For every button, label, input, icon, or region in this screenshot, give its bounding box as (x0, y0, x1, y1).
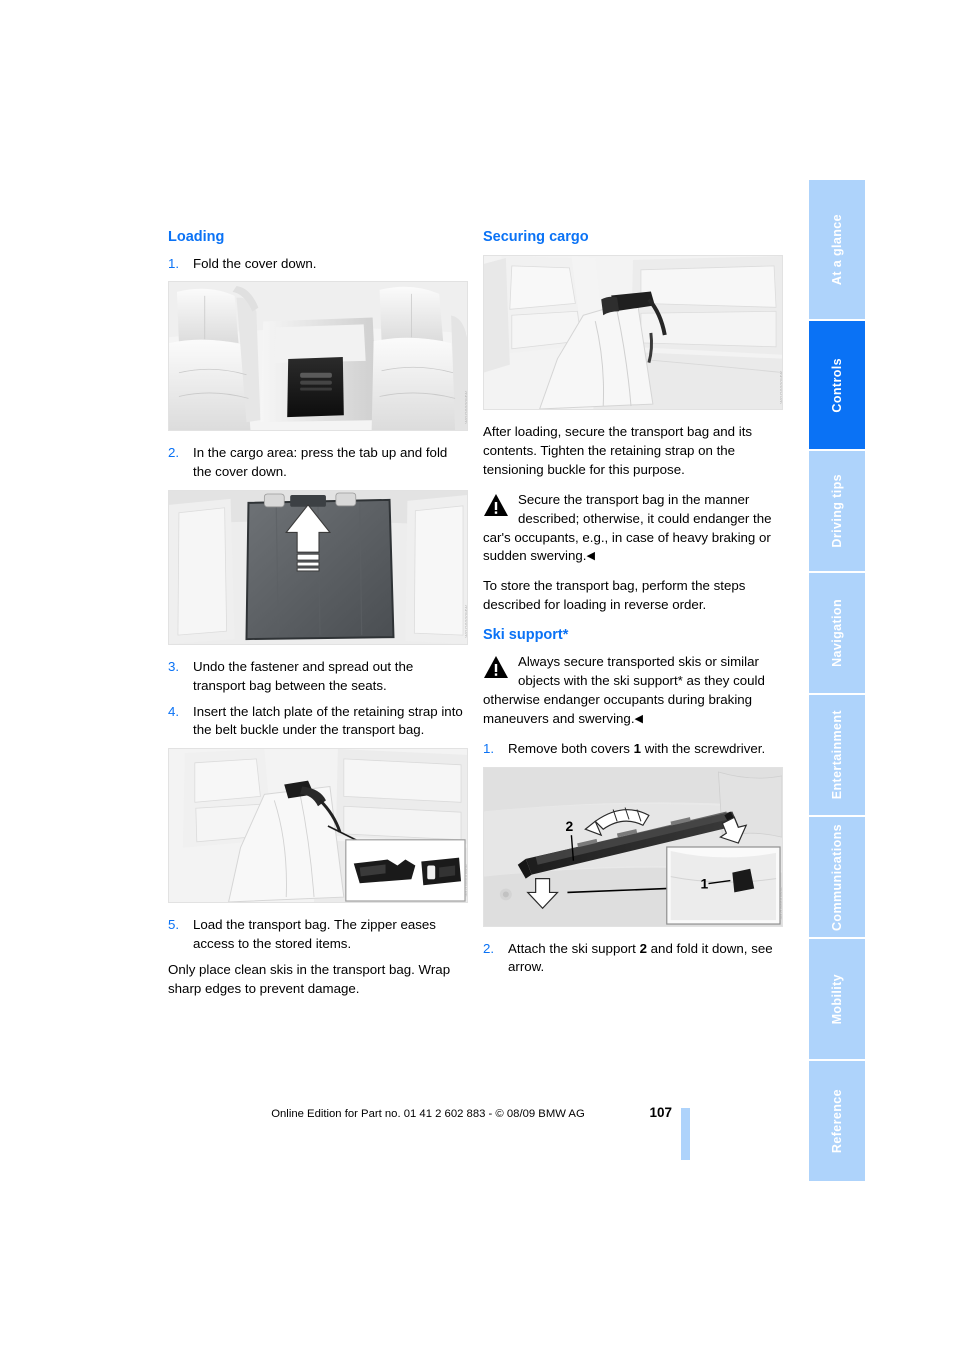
figure-code: WGO0000MW (779, 370, 783, 404)
securing-intro-paragraph: After loading, secure the transport bag … (483, 424, 753, 477)
sidebar-tab-label: Navigation (830, 599, 844, 667)
step-number: 2. (483, 940, 495, 956)
step-text: Load the transport bag. The zipper eases… (193, 917, 436, 952)
step-text: Insert the latch plate of the retaining … (193, 703, 463, 738)
figure-cargo-cover-tab: WGO0000MW (168, 489, 468, 645)
sidebar-tab-controls[interactable]: Controls (809, 321, 865, 449)
warning-text: Always secure transported skis or simila… (483, 654, 765, 726)
footer: Online Edition for Part no. 01 41 2 602 … (168, 1108, 688, 1120)
callout-ref: 2 (639, 940, 647, 956)
step-number: 1. (168, 256, 180, 272)
sidebar-tab-reference[interactable]: Reference (809, 1061, 865, 1181)
right-text-column: Securing cargo WGO0000MW After loading, … (483, 228, 783, 984)
sidebar-tab-entertainment[interactable]: Entertainment (809, 695, 865, 815)
warning-notice-ski-support: Always secure transported skis or simila… (483, 653, 783, 729)
step-number: 4. (168, 703, 180, 719)
footer-text: Online Edition for Part no. 01 41 2 602 … (271, 1108, 585, 1120)
figure-cargo-cover-tab-graphic (169, 490, 467, 644)
manual-page: At a glance Controls Driving tips Naviga… (0, 0, 954, 1350)
step-text-part: Remove both covers (508, 740, 634, 756)
warning-triangle-icon (484, 493, 508, 516)
figure-code: WGO0000MW (464, 391, 468, 424)
step-number: 5. (168, 917, 180, 933)
step-number: 1. (483, 740, 495, 756)
step-text: Remove both covers 1 with the screwdrive… (508, 740, 783, 759)
step-item: 1. Fold the cover down. (168, 255, 468, 274)
warning-triangle-icon (484, 656, 508, 679)
warning-text: Secure the transport bag in the manner d… (483, 491, 772, 564)
sidebar-tab-label: At a glance (830, 213, 844, 286)
figure-code: WGO0000MW (464, 605, 468, 638)
sidebar-tab-driving-tips[interactable]: Driving tips (809, 451, 865, 571)
sidebar-tab-label: Controls (830, 357, 844, 413)
warning-notice-securing: Secure the transport bag in the manner d… (483, 491, 783, 567)
step-item: 2. In the cargo area: press the tab up a… (168, 444, 468, 482)
section-heading-securing-cargo: Securing cargo (483, 229, 589, 245)
step-item: 3. Undo the fastener and spread out the … (168, 658, 468, 696)
sidebar-tab-label: Entertainment (830, 710, 844, 800)
figure-rear-seats-cover: WGO0000MW (168, 281, 468, 431)
figure-secured-cargo-graphic (484, 256, 782, 410)
step-item: 1. Remove both covers 1 with the screwdr… (483, 740, 783, 759)
figure-code: WGO0000MW (464, 863, 468, 897)
callout-ref: 1 (633, 740, 642, 756)
step-number: 3. (168, 658, 180, 674)
store-bag-paragraph: To store the transport bag, perform the … (483, 578, 746, 613)
figure-code: WGO0000MW (779, 886, 783, 920)
warning-end-marker: ◀ (634, 712, 643, 725)
figure-ski-support-install: 2 1 WGO0000MW (483, 766, 783, 927)
warning-end-marker: ◀ (586, 550, 595, 563)
sidebar-tab-navigation[interactable]: Navigation (809, 573, 865, 693)
figure-secured-cargo: WGO0000MW (483, 255, 783, 411)
step-item: 5. Load the transport bag. The zipper ea… (168, 916, 468, 954)
section-heading-loading: Loading (168, 229, 225, 245)
step-text: Undo the fastener and spread out the tra… (193, 658, 414, 693)
callout-label-2: 2 (565, 818, 573, 834)
step-text-part: with the screwdriver. (641, 740, 766, 756)
section-heading-ski-support: Ski support* (483, 627, 569, 643)
step-text: Attach the ski support 2 and fold it dow… (508, 940, 783, 978)
step-text: In the cargo area: press the tab up and … (193, 445, 448, 479)
step-item: 2. Attach the ski support 2 and fold it … (483, 940, 783, 978)
left-text-column: Loading 1. Fold the cover down. WGO0000M… (168, 228, 468, 1010)
sidebar-tab-at-a-glance[interactable]: At a glance (809, 180, 865, 319)
section-tab-rail: At a glance Controls Driving tips Naviga… (809, 180, 865, 1181)
sidebar-tab-mobility[interactable]: Mobility (809, 939, 865, 1059)
step-item: 4. Insert the latch plate of the retaini… (168, 703, 468, 741)
figure-ski-support-install-graphic: 2 1 (484, 767, 782, 926)
callout-label-1: 1 (701, 875, 709, 891)
step-number: 2. (168, 445, 180, 460)
loading-closing-paragraph: Only place clean skis in the transport b… (168, 962, 451, 996)
sidebar-tab-label: Communications (830, 823, 844, 931)
figure-transport-bag-buckle-graphic (169, 749, 467, 903)
sidebar-tab-communications[interactable]: Communications (809, 817, 865, 937)
step-text: Fold the cover down. (193, 256, 317, 272)
sidebar-tab-label: Mobility (830, 973, 844, 1025)
figure-transport-bag-buckle: WGO0000MW (168, 748, 468, 904)
sidebar-tab-label: Driving tips (830, 474, 844, 548)
step-text-part: Attach the ski support (508, 940, 640, 956)
sidebar-tab-label: Reference (830, 1088, 844, 1154)
figure-rear-seats-cover-graphic (169, 282, 467, 430)
